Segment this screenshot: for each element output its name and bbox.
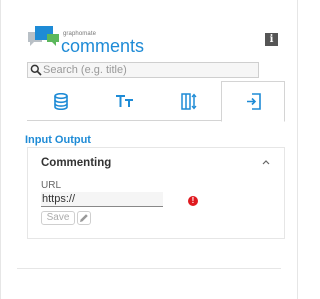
text-format-icon	[116, 95, 133, 107]
column-sort-icon	[181, 92, 197, 110]
search-icon	[30, 64, 42, 76]
chevron-up-icon[interactable]	[262, 159, 270, 165]
card-title: Commenting	[41, 157, 112, 169]
tab-bar	[27, 81, 285, 122]
commenting-card: Commenting URL ! Save	[27, 147, 285, 239]
brand-name: comments	[61, 36, 145, 56]
pencil-icon	[80, 214, 88, 222]
divider	[17, 268, 281, 269]
tab-text[interactable]	[93, 81, 157, 121]
login-icon	[246, 93, 261, 110]
edit-button[interactable]	[77, 211, 91, 225]
save-button[interactable]: Save	[41, 211, 75, 225]
section-title: Input Output	[25, 134, 91, 146]
search-input[interactable]	[42, 64, 252, 76]
tab-data[interactable]	[29, 81, 93, 121]
error-icon: !	[188, 196, 198, 206]
search-box	[27, 62, 259, 78]
tab-input-output[interactable]	[221, 81, 285, 122]
info-button[interactable]: i	[265, 33, 278, 46]
tab-layout[interactable]	[157, 81, 221, 121]
url-field[interactable]	[41, 192, 163, 207]
url-label: URL	[41, 180, 62, 191]
database-icon	[54, 92, 68, 110]
property-panel: graphomate comments i Search (e.g. title…	[0, 0, 298, 299]
graphomate-logo-icon	[28, 26, 59, 46]
